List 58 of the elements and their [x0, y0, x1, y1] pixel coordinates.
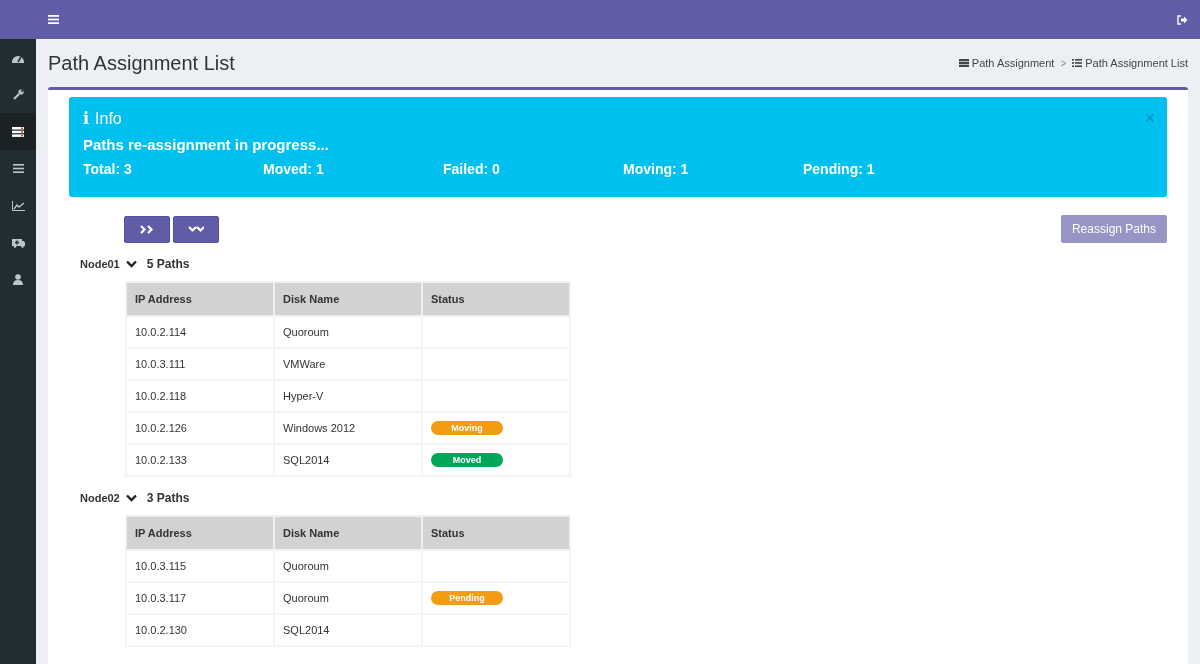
stat-label: Moving: 1 — [623, 161, 690, 177]
path-count: 5 Paths — [146, 257, 190, 271]
expand-right-button[interactable] — [124, 215, 170, 243]
list-icon — [1072, 59, 1083, 67]
status-badge: Moved — [431, 453, 503, 467]
alert-title: Info — [95, 109, 122, 128]
chevron-icon[interactable] — [125, 260, 137, 268]
chevron-icon[interactable] — [125, 494, 137, 502]
table-cell: SQL2014 — [274, 614, 422, 646]
table-cell: Quoroum — [274, 582, 422, 614]
stat-label: Total: 3 — [83, 161, 133, 177]
node-name: Node02 — [80, 492, 120, 504]
server-icon — [958, 59, 969, 67]
status-badge: Moving — [431, 421, 503, 435]
column-header: Status — [422, 282, 570, 316]
wrench-icon — [12, 89, 24, 100]
table-cell: 10.0.3.115 — [126, 550, 274, 582]
double-chevron-right-icon — [139, 224, 155, 234]
table-cell: Windows 2012 — [274, 412, 422, 444]
node-name: Node01 — [80, 258, 120, 270]
table-cell: 10.0.2.118 — [126, 380, 274, 412]
menu-icon[interactable] — [48, 15, 59, 24]
column-header: IP Address — [126, 282, 274, 316]
stat-label: Moved: 1 — [263, 161, 325, 177]
table-cell: 10.0.3.111 — [126, 348, 274, 380]
table-cell: Quoroum — [274, 316, 422, 348]
info-icon: i — [83, 109, 90, 128]
column-header: Status — [422, 516, 570, 550]
breadcrumb-link[interactable]: Path Assignment — [958, 57, 1055, 69]
table-cell: 10.0.2.133 — [126, 444, 274, 476]
table-cell: Quoroum — [274, 550, 422, 582]
table-cell: 10.0.2.126 — [126, 412, 274, 444]
path-count: 3 Paths — [146, 491, 190, 505]
breadcrumb-separator: > — [1060, 57, 1067, 69]
server-icon — [12, 126, 24, 137]
page-title: Path Assignment List — [48, 51, 235, 75]
menu-icon — [12, 164, 24, 173]
expand-all-button[interactable] — [173, 215, 219, 243]
table-cell: 10.0.2.130 — [126, 614, 274, 646]
stat-label: Failed: 0 — [443, 161, 501, 177]
sidebar-item[interactable] — [0, 113, 36, 150]
sign-out-icon[interactable] — [1177, 14, 1188, 25]
user-icon — [13, 274, 23, 285]
breadcrumb-link[interactable]: Path Assignment List — [1072, 57, 1188, 69]
status-badge: Pending — [431, 591, 503, 605]
table-cell: 10.0.2.114 — [126, 316, 274, 348]
column-header: Disk Name — [274, 516, 422, 550]
line-chart-icon — [11, 200, 25, 211]
double-chevron-down-icon — [188, 224, 204, 234]
ambulance-icon — [11, 237, 25, 248]
table-cell: Hyper-V — [274, 380, 422, 412]
table-cell: SQL2014 — [274, 444, 422, 476]
alert-message: Paths re-assignment in progress... — [83, 136, 330, 153]
column-header: Disk Name — [274, 282, 422, 316]
column-header: IP Address — [126, 516, 274, 550]
table-cell: 10.0.3.117 — [126, 582, 274, 614]
table-cell: VMWare — [274, 348, 422, 380]
stat-label: Pending: 1 — [803, 161, 876, 177]
